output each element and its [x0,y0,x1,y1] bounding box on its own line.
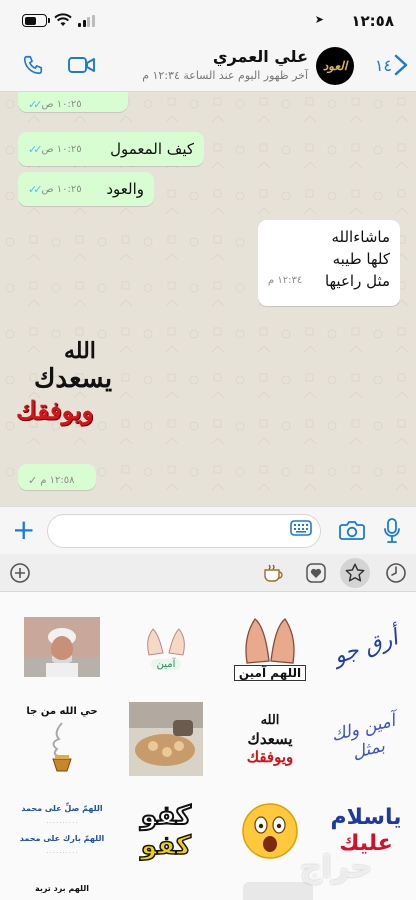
back-button[interactable]: ١٤ [375,54,408,76]
message-meta: ✓✓ ١٠:٢٥ ص [28,98,82,111]
message-time: ١٠:٢٥ ص [41,183,82,195]
sticker-man-photo[interactable] [14,604,110,690]
battery-icon [22,14,50,27]
sticker-line: كفو [140,800,192,832]
message-text: كيف المعمول [110,140,194,158]
chat-header: علي العمري آخر ظهور اليوم عند الساعة ١٢:… [0,40,416,92]
sticker-line: الله [260,713,280,728]
camera-icon[interactable] [339,519,365,541]
message-input[interactable] [47,514,321,548]
avatar[interactable]: العود [316,47,354,85]
sticker-caption: اللهم آمين [233,665,307,681]
chat-area[interactable]: ✓✓ ١٠:٢٥ ص ✓✓ ١٠:٢٥ ص كيف المعمول ✓✓ ١٠:… [0,92,416,506]
message-meta: ✓✓ ١٠:٢٥ ص [28,183,82,196]
sticker-line: اللهمّ بارك على محمد [19,834,105,843]
sticker-small-text: · · · · · · · · · · [46,850,78,856]
sticker-photo-sweets[interactable] [118,696,214,782]
wifi-icon [54,13,72,26]
location-arrow-icon: ➤ [314,13,324,26]
composer-bar: + [0,506,416,554]
unread-count: ١٤ [374,55,392,75]
last-seen: آخر ظهور اليوم عند الساعة ١٢:٣٤ م [142,69,308,82]
sticker-panel-tabs [0,554,416,592]
sticker-kafu[interactable]: كفو كفو [118,788,214,874]
read-receipt-icon: ✓✓ [28,98,43,111]
sticker-ameen-blue[interactable]: آمين ولك بمثل [318,696,414,782]
sticker-allahumma-ameen[interactable]: اللهم آمين [222,604,318,690]
sticker-small-text: · · · · · · · · · · [46,820,78,826]
message-line: كلها طيبه [332,250,390,268]
attach-plus-icon[interactable]: + [12,516,35,544]
tab-favorites-heart[interactable] [304,561,328,585]
sticker-hayyallah[interactable]: حي الله من جا [14,696,110,782]
sticker-line: يسعدك [247,730,293,748]
message-time: ١٢:٣٤ م [268,275,303,286]
message-text: والعود [106,180,144,198]
watermark-logo: حراج [300,850,373,885]
chevron-right-icon [394,54,408,76]
sticker-line: الله [64,338,96,364]
phone-icon[interactable] [22,54,44,76]
sticker-line: ياسلام [330,805,402,830]
contact-name[interactable]: علي العمري [213,47,308,66]
tab-recent-clock[interactable] [384,561,408,585]
message-time: ١٠:٢٥ ص [41,99,82,110]
microphone-icon[interactable] [384,518,400,544]
message-bubble-incoming[interactable]: ✓ ١٢:٥٨ م [18,464,96,490]
sticker-caption: آمين ولك بمثل [329,710,398,764]
tab-starred[interactable] [340,558,370,588]
add-sticker-icon[interactable] [8,561,32,585]
sticker-message[interactable]: الله يسعدك ويوفقك [12,332,162,432]
status-time: ١٢:٥٨ [351,12,394,30]
sticker-caption: أرق جو [330,624,402,670]
avatar-logo-text: العود [322,59,348,73]
message-bubble-incoming[interactable]: ✓✓ ١٠:٢٥ ص [18,92,128,112]
message-meta: ✓ ١٢:٥٨ م [28,474,74,487]
keyboard-icon[interactable] [290,520,312,536]
message-line: مثل راعيها [324,272,390,290]
message-bubble-incoming[interactable]: ✓✓ ١٠:٢٥ ص والعود [18,172,154,206]
sticker-caption: حي الله من جا [26,705,98,717]
sent-tick-icon: ✓ [28,474,38,487]
message-bubble-incoming[interactable]: ✓✓ ١٠:٢٥ ص كيف المعمول [18,132,204,166]
sticker-calligraphy-blue[interactable]: أرق جو [318,604,414,690]
sticker-caption: آمين [150,658,182,670]
message-bubble-outgoing[interactable]: ماشاءالله كلها طيبه مثل راعيها ١٢:٣٤ م [258,220,400,306]
message-meta: ✓✓ ١٠:٢٥ ص [28,143,82,156]
video-call-icon[interactable] [68,55,96,75]
sticker-yasaadak[interactable]: الله يسعدك ويوفقك [222,696,318,782]
message-time: ١٠:٢٥ ص [41,143,82,155]
sticker-ameen-hands[interactable]: آمين [118,604,214,690]
sticker-salawat[interactable]: اللهمّ صلِّ على محمد · · · · · · · · · ·… [14,788,110,874]
message-time: ١٢:٥٨ م [40,475,75,486]
sticker-line: اللهمّ صلِّ على محمد [21,804,103,813]
sticker-line: يسعدك [34,364,113,394]
status-bar: ➤ ١٢:٥٨ [0,0,416,40]
read-receipt-icon: ✓✓ [28,142,43,156]
message-line: ماشاءالله [331,228,390,246]
sticker-line: ويوفقك [16,396,94,425]
sticker-line: ويوفقك [246,748,294,766]
sticker-line: كفو [140,830,192,862]
read-receipt-icon: ✓✓ [28,182,43,196]
sticker-caption: اللهم برد تربة [34,883,90,893]
sticker-dua-text[interactable]: اللهم برد تربة [14,876,110,900]
signal-icon [78,15,95,27]
tab-sticker-pack[interactable] [262,561,286,585]
